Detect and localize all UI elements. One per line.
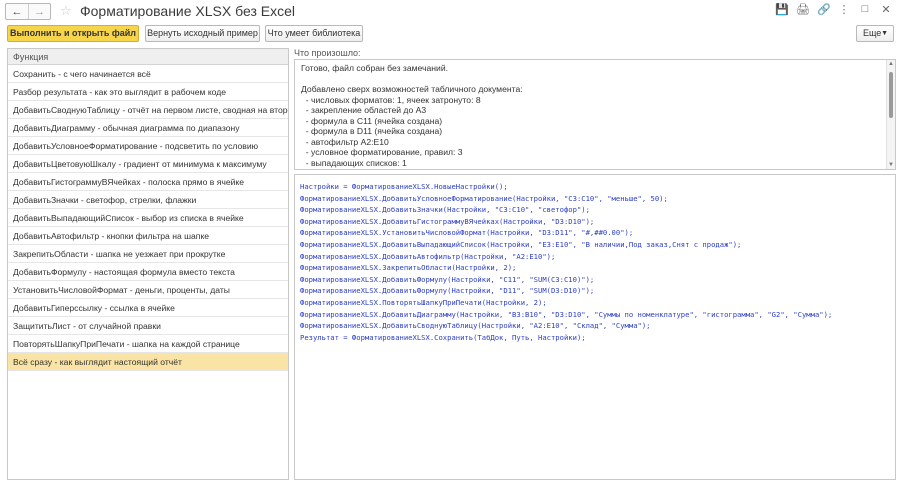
list-item[interactable]: УстановитьЧисловойФормат - деньги, проце… — [8, 281, 288, 299]
chevron-down-icon: ▼ — [881, 30, 888, 37]
link-icon[interactable]: 🔗 — [817, 3, 831, 16]
output-text: Готово, файл собран без замечаний. Добавл… — [295, 60, 895, 169]
code-line: Результат = ФорматированиеXLSX.Сохранить… — [300, 332, 586, 342]
maximize-icon[interactable]: □ — [859, 3, 871, 16]
scroll-thumb[interactable] — [889, 72, 893, 118]
list-item[interactable]: ДобавитьГиперссылку - ссылка в ячейке — [8, 299, 288, 317]
code-line: ФорматированиеXLSX.ДобавитьФормулу(Настр… — [300, 286, 595, 296]
code-line: ФорматированиеXLSX.УстановитьЧисловойФор… — [300, 228, 634, 238]
save-icon[interactable]: 💾 — [775, 3, 789, 16]
list-item[interactable]: ЗащититьЛист - от случайной правки — [8, 317, 288, 335]
navigation-buttons: ← → — [5, 3, 51, 20]
output-line: - закрепление областей до A3 — [301, 105, 427, 115]
code-line: ФорматированиеXLSX.ДобавитьВыпадающийСпи… — [300, 239, 742, 249]
code-line: ФорматированиеXLSX.ДобавитьУсловноеФорма… — [300, 193, 668, 203]
more-menu-label: Еще — [863, 28, 882, 38]
list-item[interactable]: ДобавитьЗначки - светофор, стрелки, флаж… — [8, 191, 288, 209]
code-line: ФорматированиеXLSX.ЗакрепитьОбласти(Наст… — [300, 263, 517, 273]
arrow-left-icon: ← — [11, 5, 23, 18]
list-item[interactable]: ПовторятьШапкуПриПечати - шапка на каждо… — [8, 335, 288, 353]
window-actions: 💾 🖨 🔗 ⋮ □ ✕ — [775, 3, 892, 16]
print-icon[interactable]: 🖨 — [796, 3, 810, 16]
code-line: Настройки = ФорматированиеXLSX.НовыеНаст… — [300, 182, 508, 191]
output-line: - формула в D11 (ячейка создана) — [301, 126, 443, 136]
arrow-right-icon: → — [33, 5, 45, 18]
output-line: Готово, файл собран без замечаний. — [301, 63, 449, 73]
code-line: ФорматированиеXLSX.ПовторятьШапкуПриПеча… — [300, 297, 547, 307]
code-line: ФорматированиеXLSX.ДобавитьЗначки(Настро… — [300, 205, 590, 215]
list-item[interactable]: Сохранить - с чего начинается всё — [8, 65, 288, 83]
list-item[interactable]: ДобавитьСводнуюТаблицу - отчёт на первом… — [8, 101, 288, 119]
output-line: - стилей подсветки: 1 — [301, 168, 889, 169]
list-item[interactable]: ДобавитьВыпадающийСписок - выбор из спис… — [8, 209, 288, 227]
output-line: - числовых форматов: 1, ячеек затронуто:… — [301, 94, 481, 105]
list-item[interactable]: ДобавитьУсловноеФорматирование - подсвет… — [8, 137, 288, 155]
function-list-body: Сохранить - с чего начинается всё Разбор … — [8, 65, 288, 371]
run-and-open-button[interactable]: Выполнить и открыть файл — [7, 25, 139, 42]
library-features-button[interactable]: Что умеет библиотека — [265, 25, 363, 42]
list-item[interactable]: Всё сразу - как выглядит настоящий отчёт — [8, 353, 288, 371]
output-line: - автофильтр A2:E10 — [301, 136, 389, 147]
forward-button[interactable]: → — [27, 4, 50, 19]
close-icon[interactable]: ✕ — [880, 3, 892, 16]
list-item[interactable]: Разбор результата - как это выглядит в р… — [8, 83, 288, 101]
output-line: - условное форматирование, правил: 3 — [301, 147, 463, 157]
back-button[interactable]: ← — [6, 4, 28, 19]
list-item[interactable]: ДобавитьГистограммуВЯчейках - полоска пр… — [8, 173, 288, 191]
code-line: ФорматированиеXLSX.ДобавитьДиаграмму(Нас… — [300, 309, 833, 319]
window-title: Форматирование XLSX без Excel — [80, 3, 295, 19]
scroll-up-icon[interactable]: ▲ — [888, 61, 894, 67]
more-menu-button[interactable]: Еще ▼ — [856, 25, 894, 42]
list-item[interactable]: ДобавитьЦветовуюШкалу - градиент от мини… — [8, 155, 288, 173]
reset-example-button[interactable]: Вернуть исходный пример — [145, 25, 260, 42]
output-label: Что произошло: — [294, 48, 361, 58]
list-item[interactable]: ДобавитьАвтофильтр - кнопки фильтра на ш… — [8, 227, 288, 245]
list-item[interactable]: ДобавитьДиаграмму - обычная диаграмма по… — [8, 119, 288, 137]
code-line: ФорматированиеXLSX.ДобавитьФормулу(Настр… — [300, 274, 595, 284]
output-line: - выпадающих списков: 1 — [301, 157, 407, 168]
title-bar: ← → ☆ Форматирование XLSX без Excel 💾 🖨 … — [0, 0, 900, 22]
more-vertical-icon[interactable]: ⋮ — [838, 3, 850, 16]
function-list: Функция Сохранить - с чего начинается вс… — [7, 48, 289, 480]
code-line: ФорматированиеXLSX.ДобавитьАвтофильтр(На… — [300, 251, 556, 261]
list-item[interactable]: ДобавитьФормулу - настоящая формула вмес… — [8, 263, 288, 281]
output-line: Добавлено сверх возможностей табличного … — [301, 84, 523, 94]
output-line: - формула в C11 (ячейка создана) — [301, 115, 443, 126]
favorite-star-icon[interactable]: ☆ — [60, 3, 72, 19]
scroll-down-icon[interactable]: ▼ — [888, 162, 894, 168]
code-editor[interactable]: Настройки = ФорматированиеXLSX.НовыеНаст… — [294, 174, 896, 480]
code-line: ФорматированиеXLSX.ДобавитьГистограммуВЯ… — [300, 216, 595, 226]
output-scrollbar[interactable]: ▲ ▼ — [886, 60, 895, 169]
function-list-header: Функция — [8, 49, 288, 65]
list-item[interactable]: ЗакрепитьОбласти - шапка не уезжает при … — [8, 245, 288, 263]
output-panel: Готово, файл собран без замечаний. Добавл… — [294, 59, 896, 170]
code-line: ФорматированиеXLSX.ДобавитьСводнуюТаблиц… — [300, 321, 651, 331]
